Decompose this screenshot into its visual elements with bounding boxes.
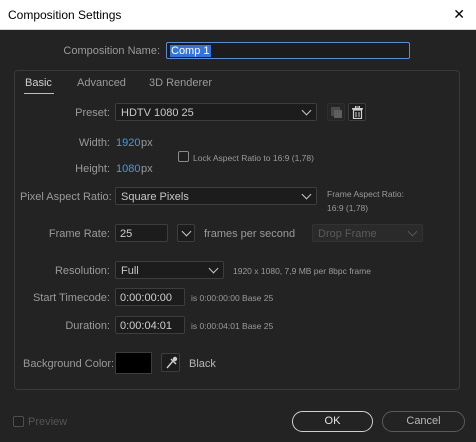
pixel-aspect-value: Square Pixels <box>121 191 189 203</box>
save-preset-icon <box>331 107 342 118</box>
drop-frame-value: Drop Frame <box>318 228 377 240</box>
lock-aspect-checkbox[interactable] <box>178 151 189 162</box>
width-label: Width: <box>78 137 110 149</box>
width-unit: px <box>141 137 153 149</box>
duration-value[interactable]: 0:00:04:01 <box>120 320 172 332</box>
preset-value: HDTV 1080 25 <box>121 107 194 119</box>
eyedropper-icon <box>166 356 178 369</box>
preview-checkbox[interactable] <box>13 416 24 427</box>
close-icon[interactable]: ✕ <box>453 6 465 22</box>
start-timecode-label: Start Timecode: <box>32 292 110 304</box>
composition-name-field[interactable]: Comp 1 <box>166 42 410 59</box>
start-timecode-info: is 0:00:00:00 Base 25 <box>191 293 274 303</box>
start-timecode-field[interactable]: 0:00:00:00 <box>115 288 185 306</box>
frame-rate-label: Frame Rate: <box>48 228 110 240</box>
trash-icon <box>352 106 363 119</box>
lock-aspect-label: Lock Aspect Ratio to 16:9 (1,78) <box>193 153 314 163</box>
duration-info: is 0:00:04:01 Base 25 <box>191 321 274 331</box>
background-color-label: Background Color: <box>23 358 115 370</box>
height-label: Height: <box>75 163 110 175</box>
frame-rate-value[interactable]: 25 <box>120 228 132 240</box>
frame-rate-unit: frames per second <box>204 228 296 240</box>
window-title: Composition Settings <box>8 8 122 22</box>
active-tab-indicator <box>24 93 54 94</box>
eyedropper-button[interactable] <box>161 353 180 372</box>
frame-aspect-label: Frame Aspect Ratio: <box>327 189 405 199</box>
background-color-name: Black <box>189 358 216 370</box>
height-value[interactable]: 1080 <box>116 163 140 175</box>
ok-button[interactable]: OK <box>292 411 373 432</box>
width-value[interactable]: 1920 <box>116 137 140 149</box>
resolution-value: Full <box>121 265 139 277</box>
drop-frame-dropdown[interactable]: Drop Frame <box>312 224 423 242</box>
chevron-down-icon <box>301 105 312 116</box>
background-color-swatch[interactable] <box>115 352 152 374</box>
preview-label: Preview <box>28 416 68 428</box>
resolution-info: 1920 x 1080, 7,9 MB per 8bpc frame <box>233 266 371 276</box>
frame-aspect-value: 16:9 (1,78) <box>327 203 369 213</box>
resolution-label: Resolution: <box>54 265 110 277</box>
chevron-down-icon <box>407 226 418 237</box>
pixel-aspect-label: Pixel Aspect Ratio: <box>20 191 112 203</box>
frame-rate-dropdown-button[interactable] <box>177 224 195 242</box>
tab-3d-renderer[interactable]: 3D Renderer <box>149 77 212 89</box>
chevron-down-icon <box>301 189 312 200</box>
duration-field[interactable]: 0:00:04:01 <box>115 316 185 334</box>
delete-preset-button[interactable] <box>348 103 366 121</box>
composition-name-label: Composition Name: <box>63 45 160 57</box>
cancel-button[interactable]: Cancel <box>382 411 465 432</box>
chevron-down-icon <box>208 263 219 274</box>
duration-label: Duration: <box>65 320 110 332</box>
frame-rate-field[interactable]: 25 <box>115 224 168 242</box>
save-preset-button[interactable] <box>327 103 345 121</box>
height-unit: px <box>141 163 153 175</box>
composition-name-value[interactable]: Comp 1 <box>170 45 211 57</box>
chevron-down-icon <box>181 226 192 237</box>
preset-label: Preset: <box>75 107 110 119</box>
preset-dropdown[interactable]: HDTV 1080 25 <box>115 103 317 121</box>
tab-basic[interactable]: Basic <box>25 77 52 89</box>
tab-advanced[interactable]: Advanced <box>77 77 126 89</box>
start-timecode-value[interactable]: 0:00:00:00 <box>120 292 172 304</box>
resolution-dropdown[interactable]: Full <box>115 261 224 279</box>
title-bar: Composition Settings ✕ <box>0 0 476 30</box>
pixel-aspect-dropdown[interactable]: Square Pixels <box>115 187 317 205</box>
